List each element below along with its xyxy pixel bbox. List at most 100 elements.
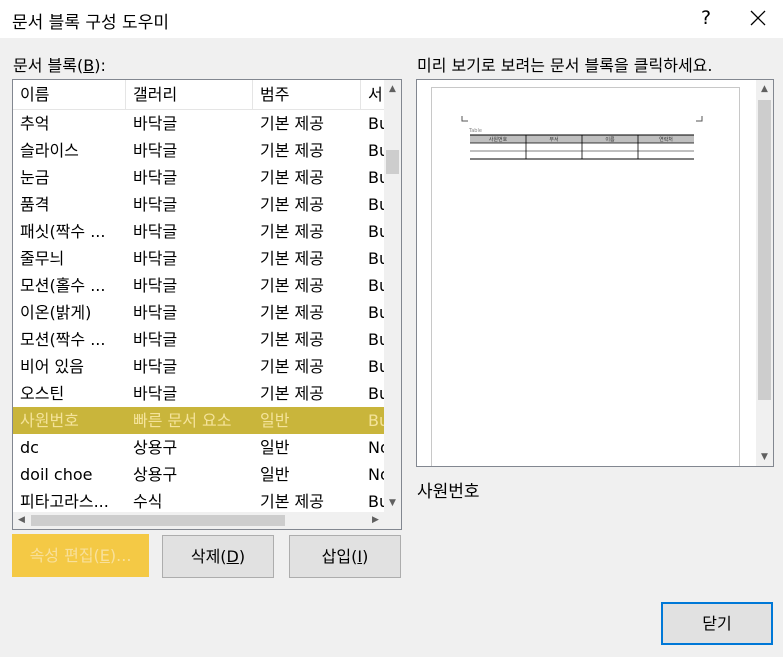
row-category: 기본 제공 [260,168,324,187]
row-template: Bu [368,384,384,403]
row-gallery: 상용구 [133,465,178,484]
scroll-right-arrow-icon[interactable]: ▶ [367,515,384,525]
title-bar: 문서 블록 구성 도우미 ? [0,0,783,38]
row-name: 피타고라스... [20,492,109,511]
list-item[interactable]: 슬라이스 바닥글 기본 제공 Bu [13,137,384,164]
list-item[interactable]: 패싯(짝수 ... 바닥글 기본 제공 Bu [13,218,384,245]
list-item[interactable]: 비어 있음 바닥글 기본 제공 Bu [13,353,384,380]
column-header-gallery[interactable]: 갤러리 [126,80,253,110]
list-item[interactable]: 오스틴 바닥글 기본 제공 Bu [13,380,384,407]
row-name: 품격 [20,195,50,214]
row-gallery: 수식 [133,492,163,511]
delete-button[interactable]: 삭제(D) [162,535,274,578]
preview-header-employee-id: 사원번호 [489,136,508,143]
row-name: 사원번호 [20,411,79,430]
list-horizontal-scrollbar[interactable]: ◀ ▶ [13,512,384,529]
preview-table-caption: Table [468,128,482,134]
row-template: Bu [368,195,384,214]
row-template: Bu [368,411,384,430]
row-name: 줄무늬 [20,249,65,268]
list-item[interactable]: dc 상용구 일반 No [13,434,384,461]
preview-page: Table 사원번호 부서 이름 연락처 [431,87,740,466]
preview-scroll-thumb[interactable] [758,100,771,400]
preview-header-department: 부서 [549,136,558,143]
insert-button[interactable]: 삽입(I) [289,535,401,578]
list-item[interactable]: 모션(홀수 ... 바닥글 기본 제공 Bu [13,272,384,299]
row-category: 기본 제공 [260,330,324,349]
list-vertical-scroll-thumb[interactable] [386,150,399,174]
row-gallery: 바닥글 [133,141,178,160]
preview-instruction-label: 미리 보기로 보려는 문서 블록을 클릭하세요. [417,56,713,75]
list-header: 이름 갤러리 범주 서 [13,80,384,110]
row-gallery: 바닥글 [133,357,178,376]
row-template: Bu [368,276,384,295]
row-name: 오스틴 [20,384,65,403]
row-template: Bu [368,330,384,349]
list-item[interactable]: 모션(짝수 ... 바닥글 기본 제공 Bu [13,326,384,353]
row-category: 기본 제공 [260,492,324,511]
preview-header-name: 이름 [605,136,615,143]
row-template: Bu [368,114,384,133]
window-title: 문서 블록 구성 도우미 [12,13,169,33]
close-button[interactable]: 닫기 [661,602,773,645]
row-category: 기본 제공 [260,249,324,268]
row-template: No [368,465,384,484]
row-gallery: 바닥글 [133,276,178,295]
row-template: Bu [368,303,384,322]
column-header-category[interactable]: 범주 [253,80,361,110]
row-gallery: 바닥글 [133,249,178,268]
row-template: Bu [368,168,384,187]
preview-vertical-scrollbar[interactable]: ▲ ▼ [756,80,773,466]
preview-block-name: 사원번호 [417,482,480,502]
edit-properties-button[interactable]: 속성 편집(E)... [12,534,149,577]
row-template: Bu [368,492,384,511]
row-category: 기본 제공 [260,141,324,160]
list-item[interactable]: 눈금 바닥글 기본 제공 Bu [13,164,384,191]
building-blocks-list[interactable]: 이름 갤러리 범주 서 추억바닥글기본 제공Bu슬라이스바닥글기본 제공Bu눈금… [12,79,402,530]
list-item[interactable]: 추억 바닥글 기본 제공 Bu [13,110,384,137]
preview-header-contact: 연락처 [659,136,673,143]
building-blocks-label: 문서 블록(B): [13,56,106,75]
row-category: 기본 제공 [260,357,324,376]
scroll-up-arrow-icon[interactable]: ▲ [384,84,401,94]
close-icon [750,10,766,26]
row-gallery: 바닥글 [133,303,178,322]
row-template: Bu [368,222,384,241]
list-item[interactable]: 이온(밝게) 바닥글 기본 제공 Bu [13,299,384,326]
row-template: No [368,438,384,457]
row-name: 모션(짝수 ... [20,330,106,349]
list-item[interactable]: 사원번호 빠른 문서 요소 일반 Bu [13,407,384,434]
row-name: 슬라이스 [20,141,79,160]
row-gallery: 바닥글 [133,114,178,133]
row-gallery: 바닥글 [133,330,178,349]
row-template: Bu [368,141,384,160]
list-horizontal-scroll-thumb[interactable] [31,515,285,526]
close-window-button[interactable] [743,3,773,33]
help-button[interactable]: ? [691,3,721,33]
row-name: 추억 [20,114,50,133]
row-name: 모션(홀수 ... [20,276,106,295]
row-category: 기본 제공 [260,195,324,214]
scroll-left-arrow-icon[interactable]: ◀ [13,515,30,525]
preview-scroll-down-arrow-icon[interactable]: ▼ [756,452,773,462]
list-vertical-scrollbar[interactable]: ▲ ▼ [384,80,401,512]
preview-scroll-up-arrow-icon[interactable]: ▲ [756,84,773,94]
row-category: 기본 제공 [260,222,324,241]
list-item[interactable]: 줄무늬 바닥글 기본 제공 Bu [13,245,384,272]
row-template: Bu [368,249,384,268]
scroll-down-arrow-icon[interactable]: ▼ [384,498,401,508]
row-template: Bu [368,357,384,376]
column-header-template[interactable]: 서 [361,80,384,110]
preview-table-graphic: Table 사원번호 부서 이름 연락처 [461,116,703,160]
row-gallery: 바닥글 [133,195,178,214]
row-name: 패싯(짝수 ... [20,222,106,241]
row-name: 비어 있음 [20,357,84,376]
row-gallery: 상용구 [133,438,178,457]
list-item[interactable]: 피타고라스... 수식 기본 제공 Bu [13,488,384,515]
row-category: 일반 [260,438,290,457]
list-item[interactable]: 품격 바닥글 기본 제공 Bu [13,191,384,218]
list-item[interactable]: doil choe 상용구 일반 No [13,461,384,488]
row-gallery: 바닥글 [133,384,178,403]
row-gallery: 빠른 문서 요소 [133,411,232,430]
column-header-name[interactable]: 이름 [13,80,126,110]
